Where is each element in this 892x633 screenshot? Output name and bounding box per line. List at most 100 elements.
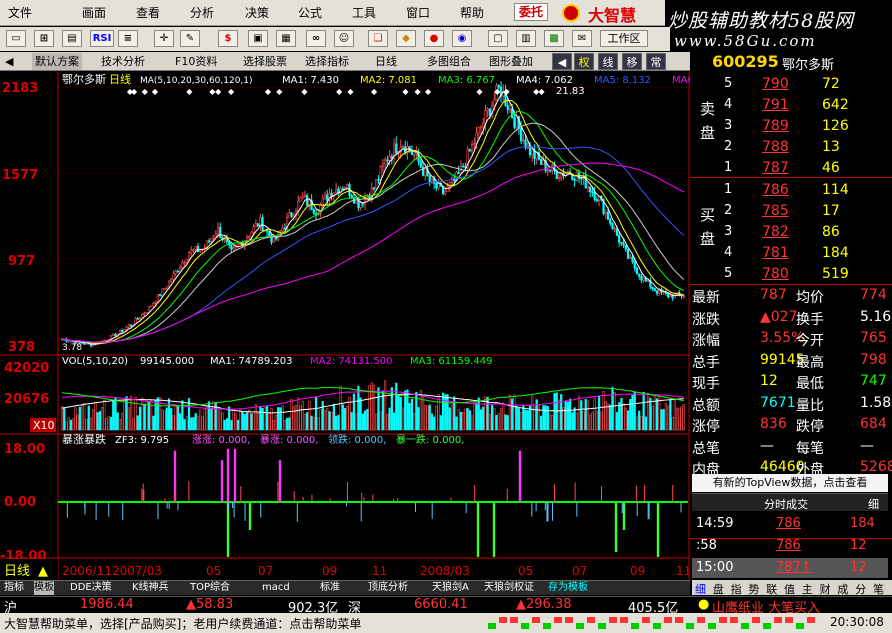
bottom-tab-5[interactable]: macd [262,581,290,595]
candle-body [515,116,518,128]
diamond-icon[interactable]: ◆ [396,30,416,47]
tab-select-stock[interactable]: 选择股票 [240,53,290,70]
side-tab-7[interactable]: 财 [820,581,831,597]
bottom-tab-4[interactable]: TOP综合 [190,581,230,595]
ask-price[interactable]: 787 [762,160,789,176]
pill-icon[interactable]: ● [424,30,444,47]
ticks-detail-button[interactable]: 细 [868,496,879,512]
grid-icon[interactable]: ▤ [62,30,82,47]
ask-price[interactable]: 791 [762,97,789,113]
volume-bar [368,385,371,431]
menu-window[interactable]: 窗口 [406,4,430,21]
candle-body [437,183,440,189]
side-tab-5[interactable]: 值 [784,581,795,597]
topview-notice[interactable]: 有新的TopView数据，点击查看 [692,474,888,492]
side-tab-8[interactable]: 成 [837,581,848,597]
x-tick-label: 07 [258,564,273,578]
tab-left-arrow[interactable]: ◀ [2,53,16,70]
tab-tech-analysis[interactable]: 技术分析 [98,53,148,70]
volume-bar [392,412,396,431]
side-tab-2[interactable]: 指 [731,581,742,597]
side-tab-3[interactable]: 势 [748,581,759,597]
ticker-sh-index[interactable]: 1986.44 [80,597,134,612]
workspace-button[interactable]: 工作区 [600,30,648,47]
tab-overlay[interactable]: 图形叠加 [486,53,536,70]
side-tab-6[interactable]: 主 [802,581,813,597]
window-icon[interactable]: ▢ [488,30,508,47]
entrust-button[interactable]: 委托 [514,3,548,21]
tab-select-indicator[interactable]: 选择指标 [302,53,352,70]
tab-multi-chart[interactable]: 多图组合 [424,53,474,70]
signal-marker: ◆ [215,87,222,96]
volume-bar [74,407,77,431]
list-icon[interactable]: ≡ [118,30,138,47]
flag-icon[interactable]: ▣ [248,30,268,47]
bottom-tab-1[interactable]: 模板 [34,581,54,595]
people-icon[interactable]: ☺ [334,30,354,47]
tab-f10[interactable]: F10资料 [172,53,220,70]
bottom-tab-2[interactable]: DDE决策 [70,581,112,595]
menu-file[interactable]: 文件 [8,4,32,21]
bottom-tab-3[interactable]: K线神兵 [132,581,169,595]
tile-icon[interactable]: ▥ [516,30,536,47]
bid-price[interactable]: 786 [762,182,789,198]
bid-price[interactable]: 781 [762,245,789,261]
bottom-tab-0[interactable]: 指标 [4,581,24,595]
dollar-icon[interactable]: $ [218,30,238,47]
chart-icon[interactable]: ⊞ [34,30,54,47]
candle-body [125,327,128,330]
calc-icon[interactable]: ▩ [544,30,564,47]
tab-daily[interactable]: 日线 [372,53,400,70]
button-move[interactable]: 移 [622,53,642,70]
book-icon[interactable]: ❏ [368,30,388,47]
bid-price[interactable]: 785 [762,203,789,219]
period-label[interactable]: 日线 [4,564,30,579]
side-tab-10[interactable]: 笔 [873,581,884,597]
ask-price[interactable]: 788 [762,139,789,155]
ask-price[interactable]: 789 [762,118,789,134]
menu-tools[interactable]: 工具 [352,4,376,21]
period-arrow-icon[interactable]: ▲ [38,564,48,579]
bottom-tab-9[interactable]: 天狼剑权证 [484,581,534,595]
menu-look[interactable]: 查看 [136,4,160,21]
side-tab-9[interactable]: 分 [855,581,866,597]
ask-price[interactable]: 790 [762,76,789,92]
mail-icon[interactable]: ✉ [572,30,592,47]
bottom-tab-6[interactable]: 标准 [320,581,340,595]
bid-price[interactable]: 780 [762,266,789,282]
crosshair-icon[interactable]: ✛ [154,30,174,47]
help-text[interactable]: 大智慧帮助菜单，选择[产品购买]；老用户续费通道：点击帮助菜单 [4,615,361,632]
side-tab-4[interactable]: 联 [766,581,777,597]
menu-analysis[interactable]: 分析 [190,4,214,21]
folder-icon[interactable]: ▭ [6,30,26,47]
button-common[interactable]: 常 [646,53,666,70]
signal-marker: ◆ [347,87,354,96]
button-rights[interactable]: 权 [574,53,594,70]
side-tab-1[interactable]: 盘 [713,581,724,597]
x-tick-label: 2008/03 [420,564,470,578]
volume-bar [615,412,619,431]
menu-formula[interactable]: 公式 [298,4,322,21]
volume-bar [450,401,454,431]
stock-icon[interactable]: ▦ [276,30,296,47]
button-line[interactable]: 线 [598,53,618,70]
volume-bar [223,420,226,431]
ticker-sz-index[interactable]: 6660.41 [414,597,468,612]
bottom-tab-7[interactable]: 顶底分析 [368,581,408,595]
cd-icon[interactable]: ◉ [452,30,472,47]
stat-value-2: 747 [860,373,887,389]
bid-price[interactable]: 782 [762,224,789,240]
menu-view[interactable]: 画面 [82,4,106,21]
bottom-tab-8[interactable]: 天狼剑A [432,581,469,595]
menu-help[interactable]: 帮助 [460,4,484,21]
tab-left-scroll[interactable]: ◀ [552,53,572,70]
pencil-icon[interactable]: ✎ [180,30,200,47]
menu-decision[interactable]: 决策 [245,4,269,21]
binoculars-icon[interactable]: ∞ [306,30,326,47]
rsi-button[interactable]: RSI [90,30,114,47]
bottom-tab-10[interactable]: 存为模板 [548,581,588,595]
side-tab-0[interactable]: 细 [695,581,706,597]
kline-chart[interactable]: ◆ ◆◆ ◆◆ ◆ ◆◆ ◆◆ ◆◆ ◆◆ ◆ ◆◆ ◆◆ ◆ ◆◆ 鄂尔多斯 日线 MA(5,10,2… [0,72,690,580]
volume-bar [60,406,64,431]
tab-default-scheme[interactable]: 默认方案 [32,53,82,70]
